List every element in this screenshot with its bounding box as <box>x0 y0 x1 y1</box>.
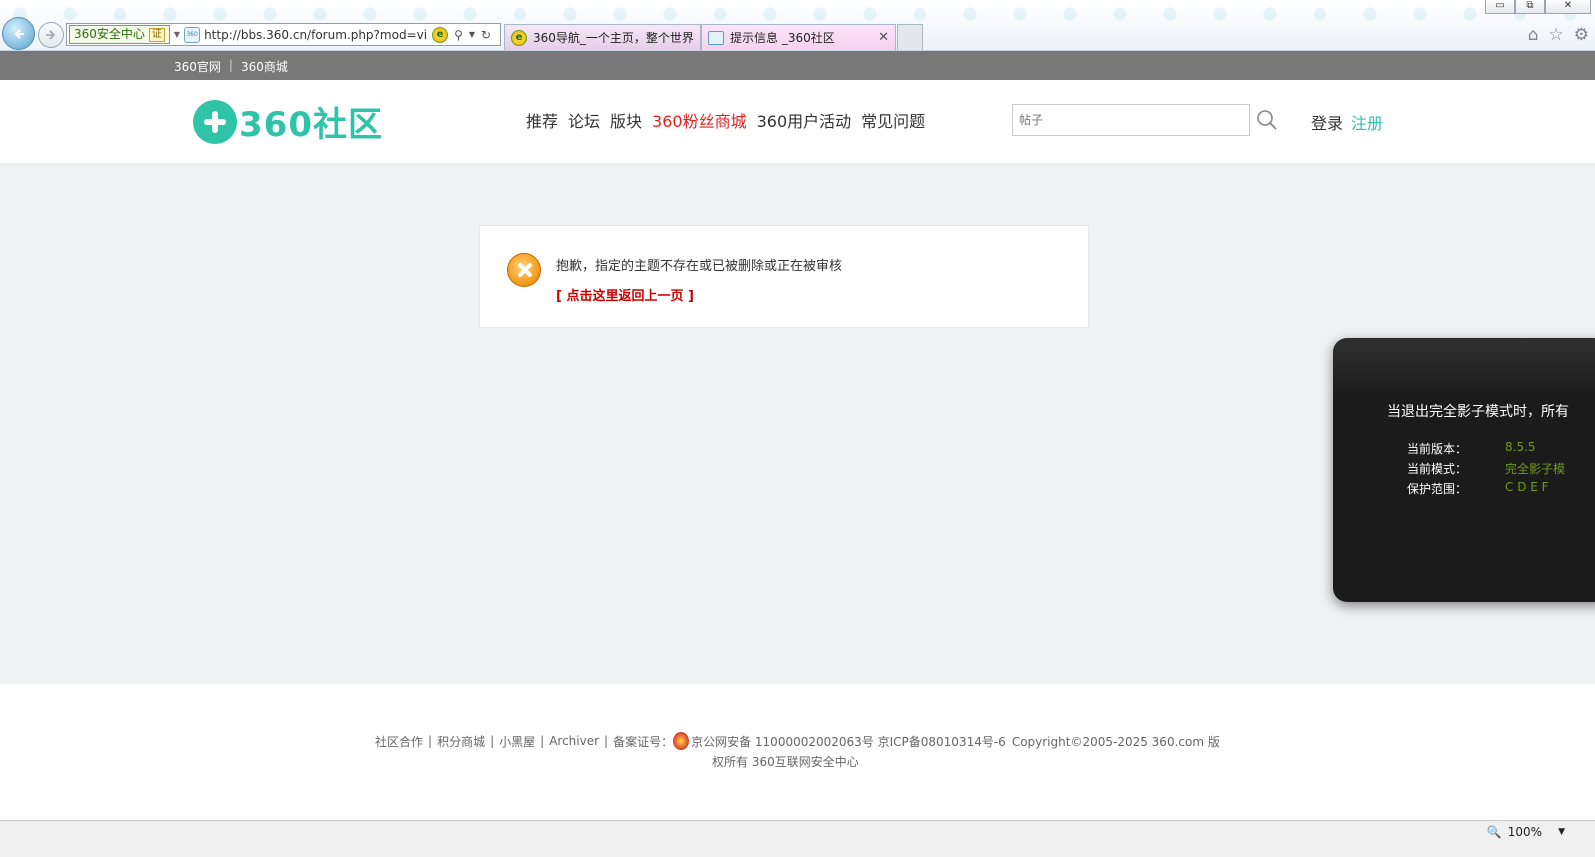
nav-item-user-events[interactable]: 360用户活动 <box>757 108 852 132</box>
search-input[interactable] <box>1012 104 1250 136</box>
footer-links: 社区合作 | 积分商城 | 小黑屋 | Archiver | 备案证号： 京公网… <box>375 732 1220 750</box>
topbar-link-official[interactable]: 360官网 <box>174 58 221 75</box>
zoom-magnifier-icon: 🔍 <box>1486 825 1502 839</box>
zoom-level: 100% <box>1507 825 1543 839</box>
window-controls: ▭ ⧉ ✕ <box>1485 0 1591 14</box>
cert-dropdown-icon[interactable]: ▼ <box>174 30 180 39</box>
tab-favicon-icon: e <box>511 29 527 46</box>
zoom-dropdown-icon[interactable]: ▼ <box>1558 827 1565 837</box>
tab-title: 360导航_一个主页，整个世界 <box>533 31 694 45</box>
footer-record-text[interactable]: 京公网安备 11000002002063号 京ICP备08010314号-6 <box>691 733 1006 750</box>
page-favicon-icon: 360 <box>184 26 201 43</box>
scope-value: C D E F <box>1505 480 1549 494</box>
favorites-star-icon[interactable]: ☆ <box>1549 25 1564 45</box>
zoom-control[interactable]: 🔍 100% ▼ <box>1487 825 1565 839</box>
version-value: 8.5.5 <box>1505 440 1536 454</box>
main-nav: 推荐 论坛 版块 360粉丝商城 360用户活动 常见问题 <box>526 108 925 132</box>
tab-active-notice[interactable]: 提示信息 _360社区 ✕ <box>701 24 896 50</box>
topbar-separator: | <box>228 58 233 72</box>
cert-label: 360安全中心 <box>74 27 145 41</box>
footer-link-cooperation[interactable]: 社区合作 <box>375 733 423 750</box>
close-window-button[interactable]: ✕ <box>1545 0 1591 14</box>
browser-tools: ⌂ ☆ ⚙ <box>1528 25 1589 45</box>
topbar-link-mall[interactable]: 360商城 <box>241 58 288 75</box>
footer-copyright: Copyright©2005-2025 360.com 版 <box>1011 734 1220 749</box>
home-icon[interactable]: ⌂ <box>1528 25 1539 45</box>
new-tab-button[interactable] <box>897 24 923 50</box>
notice-message: 抱歉，指定的主题不存在或已被删除或正在被审核 <box>556 259 843 274</box>
nav-item-fan-mall[interactable]: 360粉丝商城 <box>652 108 747 132</box>
tab-title: 提示信息 _360社区 <box>730 31 835 45</box>
footer-separator: | <box>490 734 495 748</box>
browser-statusbar: 🔍 100% ▼ <box>0 820 1595 857</box>
mode-value: 完全影子模 <box>1505 462 1566 476</box>
shadow-mode-popup: 当退出完全影子模式时，所有 当前版本： 8.5.5 当前模式： 完全影子模 保护… <box>1333 338 1595 602</box>
nav-item-recommend[interactable]: 推荐 <box>526 108 558 132</box>
logo-plus-icon <box>193 99 237 144</box>
tab-favicon-icon <box>708 30 724 45</box>
cert-badge: 证 <box>148 27 165 42</box>
login-link[interactable]: 登录 <box>1311 110 1343 134</box>
url-text[interactable]: http://bbs.360.cn/forum.php?mod=viev <box>204 28 426 42</box>
footer-record-label: 备案证号： <box>613 734 674 749</box>
nav-item-boards[interactable]: 版块 <box>610 108 642 132</box>
security-cert-indicator[interactable]: 360安全中心 证 <box>69 25 170 44</box>
footer-link-archiver[interactable]: Archiver <box>549 734 599 748</box>
address-bar[interactable]: 360安全中心 证 ▼ 360 http://bbs.360.cn/forum.… <box>66 23 501 46</box>
footer-copyright-line2: 权所有 360互联网安全中心 <box>712 755 859 769</box>
notice-box: 抱歉，指定的主题不存在或已被删除或正在被审核 [ 点击这里返回上一页 ] <box>479 225 1089 328</box>
browser-toolbar: 360安全中心 证 ▼ 360 http://bbs.360.cn/forum.… <box>0 0 1595 51</box>
go-back-link[interactable]: [ 点击这里返回上一页 ] <box>556 285 694 304</box>
forward-arrow-icon <box>46 30 56 40</box>
register-link[interactable]: 注册 <box>1351 110 1383 134</box>
forward-button[interactable] <box>38 22 64 48</box>
popup-gloss <box>1333 338 1595 398</box>
minimize-button[interactable]: ▭ <box>1485 0 1515 14</box>
error-x-icon <box>507 253 541 287</box>
search-icon[interactable]: ⚲ <box>454 28 463 42</box>
nav-item-forum[interactable]: 论坛 <box>568 108 600 132</box>
footer-separator: | <box>604 734 609 748</box>
mode-label: 当前模式： <box>1407 462 1468 476</box>
restore-button[interactable]: ⧉ <box>1515 0 1545 14</box>
footer-link-blackroom[interactable]: 小黑屋 <box>499 733 535 750</box>
close-tab-icon[interactable]: ✕ <box>878 30 889 45</box>
site-footer: 社区合作 | 积分商城 | 小黑屋 | Archiver | 备案证号： 京公网… <box>0 684 1595 820</box>
settings-gear-icon[interactable]: ⚙ <box>1574 25 1589 45</box>
logo-text: 360社区 <box>239 105 383 145</box>
scope-label: 保护范围： <box>1407 482 1468 496</box>
popup-title: 当退出完全影子模式时，所有 <box>1387 404 1569 420</box>
nav-item-faq[interactable]: 常见问题 <box>861 108 925 132</box>
refresh-icon[interactable]: ↻ <box>481 28 491 42</box>
compat-mode-icon[interactable]: e <box>432 26 449 43</box>
site-topbar: 360官网 | 360商城 <box>0 51 1595 80</box>
search-button-icon[interactable] <box>1255 108 1279 132</box>
back-button[interactable] <box>2 17 35 50</box>
version-label: 当前版本： <box>1407 442 1468 456</box>
footer-separator: | <box>428 734 433 748</box>
footer-separator: | <box>540 734 545 748</box>
footer-link-points-mall[interactable]: 积分商城 <box>437 733 485 750</box>
tab-360-nav[interactable]: e 360导航_一个主页，整个世界 <box>504 24 701 50</box>
police-badge-icon <box>673 732 690 750</box>
site-header: 360社区 推荐 论坛 版块 360粉丝商城 360用户活动 常见问题 登录 注… <box>0 80 1595 163</box>
search-dropdown-icon[interactable]: ▼ <box>469 30 475 39</box>
site-logo[interactable]: 360社区 <box>193 97 383 146</box>
back-arrow-icon <box>14 28 24 39</box>
